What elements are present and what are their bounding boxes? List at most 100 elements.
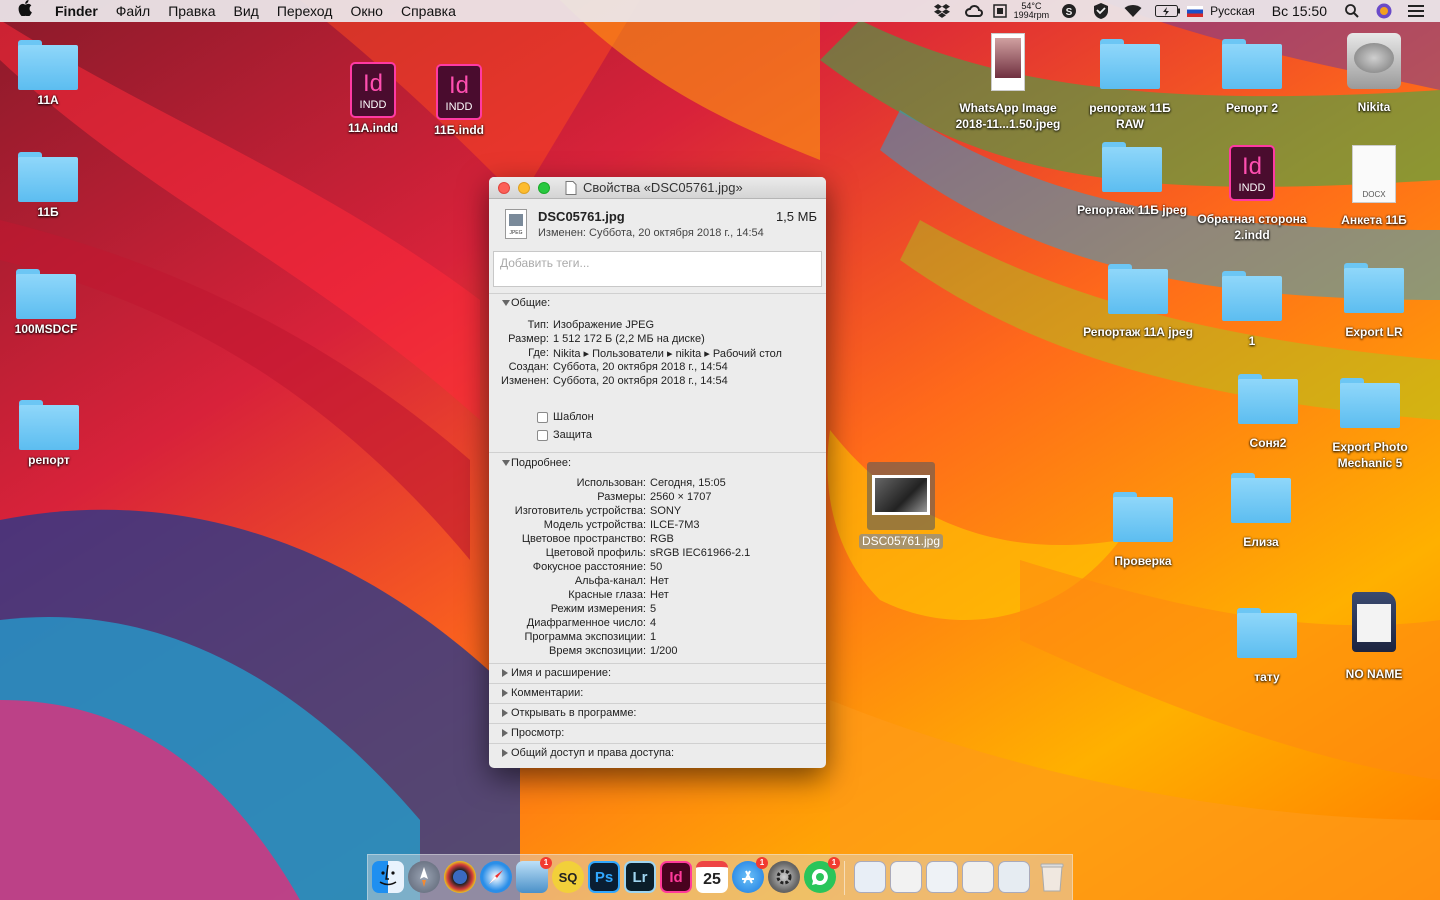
menu-help[interactable]: Справка: [392, 0, 465, 22]
disk-nikita[interactable]: Nikita: [1319, 33, 1429, 115]
russian-flag-icon[interactable]: [1187, 5, 1204, 17]
section-toggle[interactable]: Комментарии:: [501, 687, 826, 699]
more-info-section: Подробнее:: [489, 457, 826, 469]
general-section-toggle[interactable]: Общие:: [501, 297, 826, 309]
file-dsc05761[interactable]: DSC05761.jpg: [846, 462, 956, 549]
divider: [489, 293, 826, 294]
minimized-window-icon[interactable]: [854, 861, 886, 893]
chrome-like-icon[interactable]: [444, 861, 476, 893]
folder-eliza[interactable]: Елиза: [1206, 473, 1316, 550]
folder-11a[interactable]: 11А: [0, 40, 103, 108]
general-row-label: Где:: [528, 347, 549, 359]
skype-icon[interactable]: S: [1059, 3, 1079, 19]
tags-input[interactable]: Добавить теги...: [493, 251, 822, 287]
minimize-button[interactable]: [518, 182, 530, 194]
minimized-window-icon[interactable]: [926, 861, 958, 893]
finder-icon[interactable]: [372, 861, 404, 893]
folder-reportazh-11a-jpeg[interactable]: Репортаж 11А jpeg: [1083, 264, 1193, 340]
folder-icon: [1344, 263, 1404, 313]
close-button[interactable]: [498, 182, 510, 194]
section-toggle[interactable]: Открывать в программе:: [501, 707, 826, 719]
zoom-button[interactable]: [538, 182, 550, 194]
divider: [489, 452, 826, 453]
menu-view[interactable]: Вид: [225, 0, 268, 22]
menu-clock[interactable]: Вс 15:50: [1263, 0, 1336, 22]
folder-report[interactable]: репорт: [0, 400, 104, 468]
input-source[interactable]: Русская: [1208, 0, 1263, 22]
file-anketa[interactable]: DOCX Анкета 11Б: [1319, 145, 1429, 228]
sq-app-icon[interactable]: SQ: [552, 861, 584, 893]
collapsed-section: Комментарии:: [489, 687, 826, 699]
folder-label: 11Б: [37, 205, 59, 219]
template-checkbox[interactable]: [537, 412, 548, 423]
indesign-icon[interactable]: Id: [660, 861, 692, 893]
system-monitor-icon[interactable]: [992, 3, 1008, 19]
user-avatar-icon[interactable]: [1374, 3, 1394, 19]
folder-icon: [18, 152, 78, 202]
trash-icon[interactable]: [1036, 861, 1068, 893]
info-row-label: Программа экспозиции:: [524, 631, 646, 643]
dropbox-icon[interactable]: [932, 3, 952, 19]
creative-cloud-icon[interactable]: [964, 3, 984, 19]
folder-icon: [1237, 608, 1297, 658]
preview-icon[interactable]: 1: [516, 857, 552, 893]
folder-export-photo-mechanic[interactable]: Export Photo Mechanic 5: [1315, 378, 1425, 471]
minimized-window-icon[interactable]: [890, 861, 922, 893]
photoshop-icon[interactable]: Ps: [588, 861, 620, 893]
notification-badge: 1: [828, 857, 840, 869]
folder-report-2[interactable]: Репорт 2: [1197, 39, 1307, 116]
app-store-icon[interactable]: 1: [732, 857, 768, 893]
disk-no-name[interactable]: NO NAME: [1319, 592, 1429, 682]
general-row-label: Создан:: [508, 361, 549, 373]
menu-file[interactable]: Файл: [107, 0, 159, 22]
menu-bar: Finder Файл Правка Вид Переход Окно Спра…: [0, 0, 1440, 22]
window-titlebar[interactable]: Свойства «DSC05761.jpg»: [489, 177, 826, 199]
folder-1[interactable]: 1: [1197, 271, 1307, 349]
folder-label: репортаж 11Б RAW: [1089, 101, 1171, 131]
divider: [489, 663, 826, 664]
file-whatsapp-image[interactable]: WhatsApp Image 2018-11...1.50.jpeg: [953, 33, 1063, 132]
minimized-window-icon[interactable]: [962, 861, 994, 893]
folder-proverka[interactable]: Проверка: [1088, 492, 1198, 569]
section-toggle[interactable]: Общий доступ и права доступа:: [501, 747, 826, 759]
wifi-icon[interactable]: [1123, 3, 1143, 19]
folder-icon: [1100, 39, 1160, 89]
general-section: Общие:: [489, 297, 826, 309]
general-row-value: Изображение JPEG: [553, 319, 655, 331]
locked-checkbox[interactable]: [537, 430, 548, 441]
folder-reportazh-11b-jpeg[interactable]: Репортаж 11Б jpeg: [1077, 142, 1187, 218]
vpn-shield-icon[interactable]: [1091, 3, 1111, 19]
file-11b-indd[interactable]: Id INDD 11Б.indd: [404, 64, 514, 138]
section-toggle[interactable]: Просмотр:: [501, 727, 826, 739]
system-preferences-icon[interactable]: [768, 861, 800, 893]
file-obratnaya-storona[interactable]: Id INDD Обратная сторона 2.indd: [1197, 145, 1307, 243]
folder-reportazh-raw[interactable]: репортаж 11Б RAW: [1075, 39, 1185, 132]
svg-text:S: S: [1066, 7, 1073, 18]
folder-sonya2[interactable]: Соня2: [1213, 374, 1323, 451]
launchpad-icon[interactable]: [408, 861, 440, 893]
minimized-window-icon[interactable]: [998, 861, 1030, 893]
menu-go[interactable]: Переход: [268, 0, 342, 22]
menu-finder[interactable]: Finder: [46, 0, 107, 22]
apple-menu-icon[interactable]: [0, 0, 46, 22]
battery-icon[interactable]: [1155, 3, 1181, 19]
section-toggle[interactable]: Имя и расширение:: [501, 667, 826, 679]
info-row-label: Размеры:: [597, 491, 646, 503]
spotlight-search-icon[interactable]: [1342, 3, 1362, 19]
menu-edit[interactable]: Правка: [159, 0, 224, 22]
folder-tatu[interactable]: тату: [1212, 608, 1322, 685]
folder-100msdcf[interactable]: 100MSDCF: [0, 269, 101, 337]
safari-icon[interactable]: [480, 861, 512, 893]
menu-window[interactable]: Окно: [341, 0, 392, 22]
calendar-icon[interactable]: 25: [696, 861, 728, 893]
cpu-readout[interactable]: 54°C 1994rpm: [1014, 2, 1050, 20]
folder-11b[interactable]: 11Б: [0, 152, 103, 220]
lightroom-icon[interactable]: Lr: [624, 861, 656, 893]
folder-icon: [1102, 142, 1162, 192]
folder-label: 11А: [37, 93, 59, 107]
folder-export-lr[interactable]: Export LR: [1319, 263, 1429, 340]
whatsapp-icon[interactable]: 1: [804, 857, 840, 893]
general-row-value: Суббота, 20 октября 2018 г., 14:54: [553, 361, 728, 373]
notification-center-icon[interactable]: [1406, 3, 1426, 19]
more-info-section-toggle[interactable]: Подробнее:: [501, 457, 826, 469]
